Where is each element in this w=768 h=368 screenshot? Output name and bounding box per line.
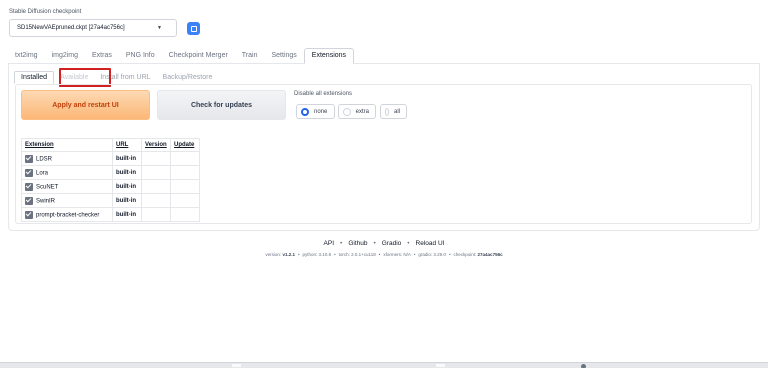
extension-name: ScuNET xyxy=(36,184,59,191)
extension-version xyxy=(141,179,171,194)
extension-url: built-in xyxy=(112,151,142,166)
extension-url: built-in xyxy=(112,179,142,194)
scrollbar-mark xyxy=(436,364,445,367)
footer-link-gradio[interactable]: Gradio xyxy=(382,240,402,247)
footer-link-api[interactable]: API xyxy=(324,240,334,247)
extension-name: LDSR xyxy=(36,156,53,163)
version-label: version: xyxy=(265,252,282,257)
extension-update xyxy=(170,193,200,208)
header-extension[interactable]: Extension xyxy=(21,138,113,152)
radio-extra[interactable]: extra xyxy=(338,104,376,119)
extension-url: built-in xyxy=(112,193,142,208)
disable-extensions-label: Disable all extensions xyxy=(294,91,353,97)
subtab-installed[interactable]: Installed xyxy=(14,71,55,84)
checkpoint-dropdown[interactable]: SD15NewVAEpruned.ckpt [27a4ac756c] ▼ xyxy=(9,19,177,37)
extension-sub-tabs: Installed Available Install from URL Bac… xyxy=(14,71,218,84)
extensions-table: Extension URL Version Update LDSR built-… xyxy=(21,138,200,222)
header-update[interactable]: Update xyxy=(170,138,200,152)
tab-img2img[interactable]: img2img xyxy=(45,48,85,64)
table-row: SwinIR built-in xyxy=(21,193,200,208)
extension-version xyxy=(141,165,171,180)
check-updates-button[interactable]: Check for updates xyxy=(157,90,286,120)
checkpoint-hash: 27a4ac756c xyxy=(477,252,503,257)
tab-extras[interactable]: Extras xyxy=(85,48,119,64)
checkbox-checked-icon[interactable] xyxy=(25,168,33,177)
extension-name: prompt-bracket-checker xyxy=(36,212,100,219)
extension-version xyxy=(141,207,171,222)
refresh-checkpoint-button[interactable] xyxy=(187,22,200,35)
radio-all[interactable]: all xyxy=(380,104,407,119)
table-row: ScuNET built-in xyxy=(21,179,200,194)
extension-version xyxy=(141,151,171,166)
refresh-icon xyxy=(190,25,197,32)
checkbox-checked-icon[interactable] xyxy=(25,210,33,219)
radio-selected-icon xyxy=(301,107,309,116)
checkbox-checked-icon[interactable] xyxy=(25,196,33,205)
extension-update xyxy=(170,207,200,222)
tab-checkpoint-merger[interactable]: Checkpoint Merger xyxy=(162,48,235,64)
table-row: Lora built-in xyxy=(21,165,200,180)
header-version[interactable]: Version xyxy=(141,138,171,152)
scrollbar-mark xyxy=(232,364,241,367)
radio-unselected-icon xyxy=(385,107,389,116)
radio-none[interactable]: none xyxy=(296,104,335,119)
radio-unselected-icon xyxy=(343,107,351,116)
tab-settings[interactable]: Settings xyxy=(265,48,304,64)
extension-url: built-in xyxy=(112,165,142,180)
footer-link-github[interactable]: Github xyxy=(348,240,367,247)
torch-version: torch: 2.0.1+cu118 xyxy=(338,252,376,257)
checkpoint-info-label: checkpoint: xyxy=(453,252,477,257)
tab-txt2img[interactable]: txt2img xyxy=(8,48,45,64)
main-tabs: txt2img img2img Extras PNG Info Checkpoi… xyxy=(8,48,355,64)
extension-update xyxy=(170,165,200,180)
checkpoint-value: SD15NewVAEpruned.ckpt [27a4ac756c] xyxy=(17,25,125,31)
extension-version xyxy=(141,193,171,208)
extension-url: built-in xyxy=(112,207,142,222)
scroll-handle-icon[interactable] xyxy=(581,364,586,368)
tab-extensions[interactable]: Extensions xyxy=(303,48,355,64)
extension-update xyxy=(170,179,200,194)
table-row: prompt-bracket-checker built-in xyxy=(21,207,200,222)
header-url[interactable]: URL xyxy=(112,138,142,152)
subtab-backup-restore[interactable]: Backup/Restore xyxy=(157,71,219,84)
checkbox-checked-icon[interactable] xyxy=(25,154,33,163)
horizontal-scrollbar[interactable] xyxy=(0,362,768,368)
tab-png-info[interactable]: PNG Info xyxy=(119,48,162,64)
chevron-down-icon: ▼ xyxy=(157,25,162,31)
radio-none-label: none xyxy=(314,108,328,115)
extension-name: SwinIR xyxy=(36,198,56,205)
table-header-row: Extension URL Version Update xyxy=(21,138,200,152)
footer-version-info: version: v1.2.1 • python: 3.10.6 • torch: 2.… xyxy=(265,252,503,257)
version-value: v1.2.1 xyxy=(282,252,295,257)
checkpoint-label: Stable Diffusion checkpoint xyxy=(9,9,82,15)
radio-all-label: all xyxy=(393,108,400,115)
python-version: python: 3.10.6 xyxy=(302,252,332,257)
radio-extra-label: extra xyxy=(355,108,369,115)
checkbox-checked-icon[interactable] xyxy=(25,182,33,191)
gradio-version: gradio: 3.29.0 xyxy=(418,252,446,257)
table-row: LDSR built-in xyxy=(21,151,200,166)
apply-restart-button[interactable]: Apply and restart UI xyxy=(21,90,150,120)
xformers-version: xformers: N/A xyxy=(383,252,411,257)
extension-name: Lora xyxy=(36,170,49,177)
extension-update xyxy=(170,151,200,166)
footer-links: API • Github • Gradio • Reload UI xyxy=(323,240,445,247)
footer-link-reload-ui[interactable]: Reload UI xyxy=(416,240,445,247)
tab-train[interactable]: Train xyxy=(235,48,265,64)
